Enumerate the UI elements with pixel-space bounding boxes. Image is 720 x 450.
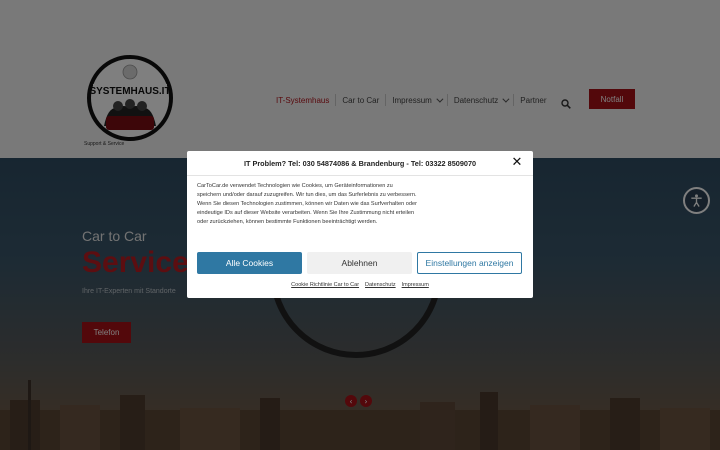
cookie-policy-link[interactable]: Cookie Richtlinie Car to Car (291, 282, 359, 288)
accept-all-button[interactable]: Alle Cookies (197, 252, 302, 274)
cookie-consent-dialog: IT Problem? Tel: 030 54874086 & Brandenb… (187, 151, 533, 298)
dialog-actions: Alle Cookies Ablehnen Einstellungen anze… (197, 252, 523, 274)
dialog-message: CarToCar.de verwendet Technologien wie C… (197, 183, 417, 225)
deny-button[interactable]: Ablehnen (307, 252, 412, 274)
preferences-button[interactable]: Einstellungen anzeigen (417, 252, 522, 274)
dialog-title: IT Problem? Tel: 030 54874086 & Brandenb… (243, 158, 477, 168)
dialog-header: IT Problem? Tel: 030 54874086 & Brandenb… (187, 151, 533, 176)
imprint-link[interactable]: Impressum (402, 282, 429, 288)
dialog-links: Cookie Richtlinie Car to Car Datenschutz… (187, 282, 533, 288)
close-icon[interactable]: ✕ (511, 156, 523, 169)
privacy-link[interactable]: Datenschutz (365, 282, 396, 288)
